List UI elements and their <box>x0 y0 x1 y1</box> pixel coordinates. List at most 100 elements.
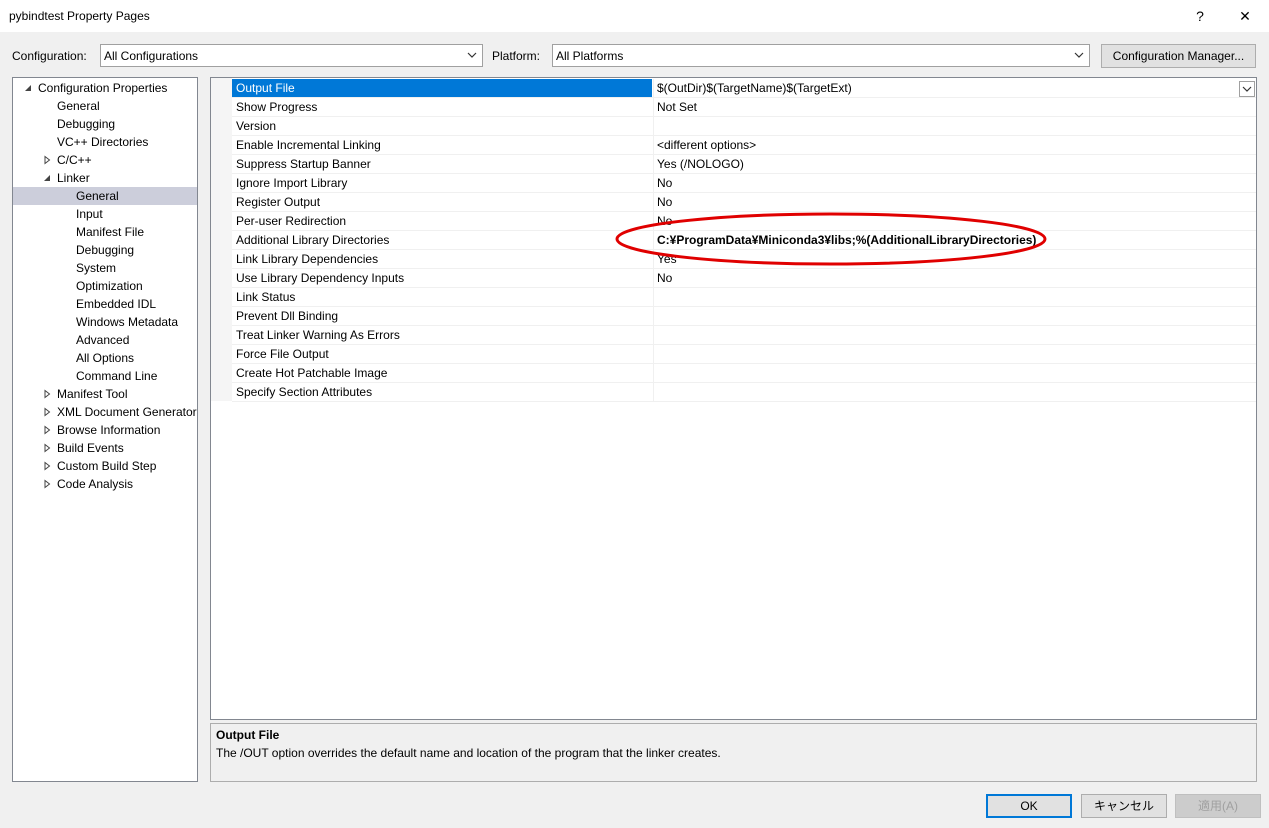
collapsed-triangle-icon[interactable] <box>42 443 52 453</box>
value-dropdown-button[interactable] <box>1239 81 1255 97</box>
tree-item-label: General <box>57 99 100 113</box>
property-value[interactable]: Yes <box>653 250 1256 268</box>
property-value[interactable]: <different options> <box>653 136 1256 154</box>
property-value[interactable]: No <box>653 174 1256 192</box>
property-row[interactable]: Per-user Redirection No <box>232 212 1256 231</box>
property-value[interactable] <box>653 117 1256 135</box>
property-value[interactable]: $(OutDir)$(TargetName)$(TargetExt) <box>653 79 1256 97</box>
property-name: Show Progress <box>236 100 318 114</box>
window-title: pybindtest Property Pages <box>9 9 150 23</box>
chevron-down-icon <box>1242 86 1252 92</box>
property-name: Register Output <box>236 195 321 209</box>
tree-item[interactable]: General <box>13 187 197 205</box>
tree-item-label: VC++ Directories <box>57 135 149 149</box>
collapsed-triangle-icon[interactable] <box>42 407 52 417</box>
tree-item[interactable]: Command Line <box>13 367 197 385</box>
property-row[interactable]: Force File Output <box>232 345 1256 364</box>
property-row[interactable]: Prevent Dll Binding <box>232 307 1256 326</box>
tree-item[interactable]: Browse Information <box>13 421 197 439</box>
property-value[interactable] <box>653 364 1256 382</box>
property-row[interactable]: Register Output No <box>232 193 1256 212</box>
collapsed-triangle-icon[interactable] <box>42 389 52 399</box>
tree-item[interactable]: System <box>13 259 197 277</box>
tree-item-label: Browse Information <box>57 423 161 437</box>
property-value[interactable]: No <box>653 269 1256 287</box>
tree-item[interactable]: Windows Metadata <box>13 313 197 331</box>
property-value[interactable]: Not Set <box>653 98 1256 116</box>
tree-item[interactable]: Configuration Properties <box>13 79 197 97</box>
property-row[interactable]: Suppress Startup Banner Yes (/NOLOGO) <box>232 155 1256 174</box>
tree-item[interactable]: General <box>13 97 197 115</box>
property-row[interactable]: Link Status <box>232 288 1256 307</box>
property-name: Link Status <box>236 290 296 304</box>
tree-item[interactable]: All Options <box>13 349 197 367</box>
close-button[interactable]: ✕ <box>1222 0 1268 32</box>
collapsed-triangle-icon[interactable] <box>42 479 52 489</box>
property-row[interactable]: Use Library Dependency Inputs No <box>232 269 1256 288</box>
collapsed-triangle-icon[interactable] <box>42 425 52 435</box>
chevron-down-icon <box>1074 52 1084 58</box>
tree-item[interactable]: Embedded IDL <box>13 295 197 313</box>
tree-item[interactable]: XML Document Generator <box>13 403 197 421</box>
property-value[interactable] <box>653 383 1256 401</box>
configuration-dropdown[interactable]: All Configurations <box>100 44 483 67</box>
tree-item[interactable]: Linker <box>13 169 197 187</box>
tree-item-label: XML Document Generator <box>57 405 197 419</box>
tree-item-label: C/C++ <box>57 153 92 167</box>
tree-item[interactable]: Build Events <box>13 439 197 457</box>
property-value[interactable] <box>653 345 1256 363</box>
platform-dropdown[interactable]: All Platforms <box>552 44 1090 67</box>
tree-item-label: General <box>76 189 119 203</box>
tree-item[interactable]: C/C++ <box>13 151 197 169</box>
property-value[interactable] <box>653 307 1256 325</box>
tree-item[interactable]: Manifest File <box>13 223 197 241</box>
help-button[interactable]: ? <box>1177 0 1223 32</box>
tree-item-label: System <box>76 261 117 275</box>
configuration-manager-button[interactable]: Configuration Manager... <box>1101 44 1256 68</box>
tree-item[interactable]: Debugging <box>13 115 197 133</box>
property-value[interactable] <box>653 326 1256 344</box>
property-value[interactable] <box>653 288 1256 306</box>
property-value[interactable]: No <box>653 193 1256 211</box>
apply-button[interactable]: 適用(A) <box>1175 794 1261 818</box>
property-name: Additional Library Directories <box>236 233 390 247</box>
tree-item[interactable]: VC++ Directories <box>13 133 197 151</box>
tree-item-label: Input <box>76 207 103 221</box>
property-value[interactable]: Yes (/NOLOGO) <box>653 155 1256 173</box>
property-row[interactable]: Show Progress Not Set <box>232 98 1256 117</box>
expanded-triangle-icon[interactable] <box>42 173 52 183</box>
property-row[interactable]: Enable Incremental Linking <different opt… <box>232 136 1256 155</box>
property-row[interactable]: Ignore Import Library No <box>232 174 1256 193</box>
property-row[interactable]: Link Library Dependencies Yes <box>232 250 1256 269</box>
tree-item[interactable]: Advanced <box>13 331 197 349</box>
property-value[interactable]: C:¥ProgramData¥Miniconda3¥libs;%(Additio… <box>653 231 1256 249</box>
tree-item-label: Manifest Tool <box>57 387 128 401</box>
property-name: Treat Linker Warning As Errors <box>236 328 400 342</box>
property-name: Output File <box>232 79 652 97</box>
tree-item[interactable]: Debugging <box>13 241 197 259</box>
property-row[interactable]: Specify Section Attributes <box>232 383 1256 402</box>
configuration-label: Configuration: <box>12 49 87 63</box>
property-row[interactable]: Additional Library Directories C:¥Program… <box>232 231 1256 250</box>
property-name: Per-user Redirection <box>236 214 347 228</box>
ok-button[interactable]: OK <box>986 794 1072 818</box>
collapsed-triangle-icon[interactable] <box>42 461 52 471</box>
collapsed-triangle-icon[interactable] <box>42 155 52 165</box>
property-name: Enable Incremental Linking <box>236 138 381 152</box>
property-row[interactable]: Output File $(OutDir)$(TargetName)$(Targe… <box>232 79 1256 98</box>
tree-item[interactable]: Input <box>13 205 197 223</box>
property-row[interactable]: Version <box>232 117 1256 136</box>
property-row[interactable]: Treat Linker Warning As Errors <box>232 326 1256 345</box>
tree-item[interactable]: Manifest Tool <box>13 385 197 403</box>
tree-item[interactable]: Custom Build Step <box>13 457 197 475</box>
cancel-button[interactable]: キャンセル <box>1081 794 1167 818</box>
property-grid[interactable]: Output File $(OutDir)$(TargetName)$(Targe… <box>210 77 1257 720</box>
tree-item[interactable]: Optimization <box>13 277 197 295</box>
expanded-triangle-icon[interactable] <box>23 83 33 93</box>
tree-item[interactable]: Code Analysis <box>13 475 197 493</box>
description-panel: Output File The /OUT option overrides th… <box>210 723 1257 782</box>
tree-item-label: Embedded IDL <box>76 297 157 311</box>
property-row[interactable]: Create Hot Patchable Image <box>232 364 1256 383</box>
property-tree[interactable]: Configuration Properties General Debugging… <box>12 77 198 782</box>
property-value[interactable]: No <box>653 212 1256 230</box>
